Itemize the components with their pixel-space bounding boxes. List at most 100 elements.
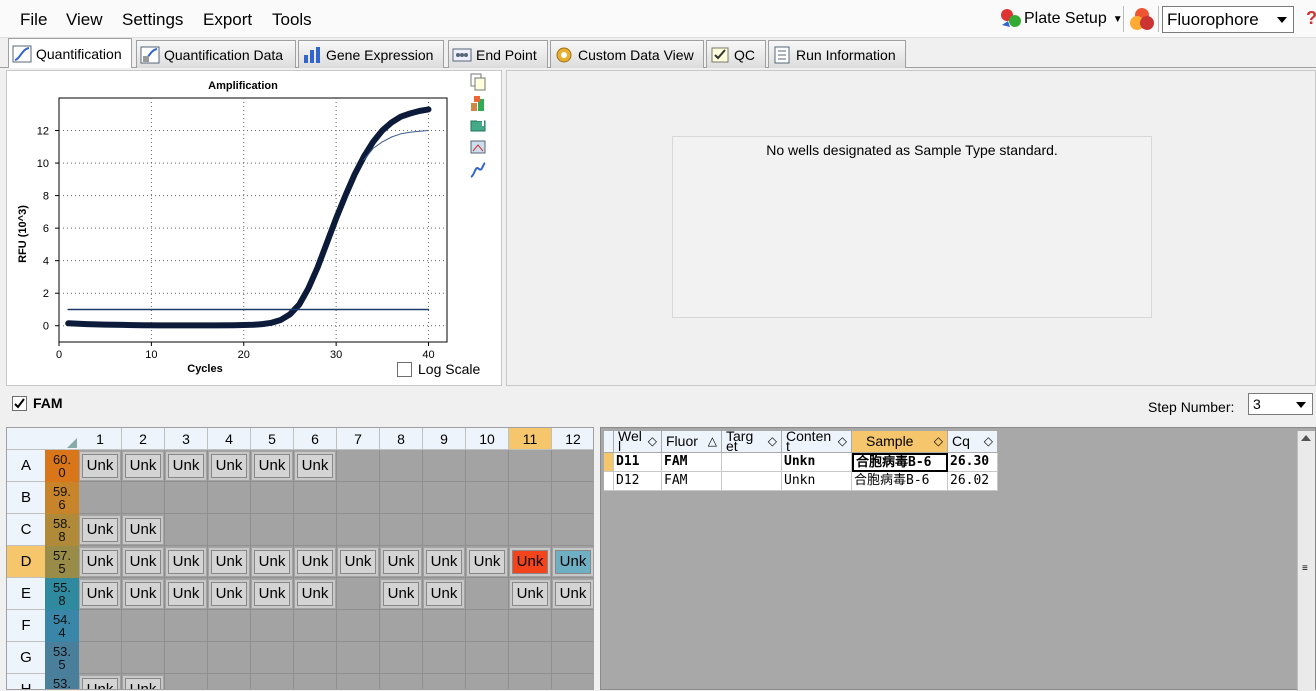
well-E3[interactable]: Unk	[166, 580, 206, 608]
plate-cell[interactable]: Unk	[208, 546, 251, 578]
plate-cell[interactable]	[79, 610, 122, 642]
plate-cell[interactable]	[552, 610, 593, 642]
plate-cell[interactable]	[165, 610, 208, 642]
plate-cell[interactable]	[337, 674, 380, 689]
plate-cell[interactable]	[423, 482, 466, 514]
well-D4[interactable]: Unk	[209, 548, 249, 576]
well-E4[interactable]: Unk	[209, 580, 249, 608]
plate-col-header[interactable]: 1	[79, 428, 122, 450]
plate-cell[interactable]: Unk	[294, 546, 337, 578]
plate-cell[interactable]	[423, 642, 466, 674]
plate-cell[interactable]	[251, 482, 294, 514]
results-cell[interactable]: FAM	[662, 472, 722, 491]
plate-cell[interactable]	[294, 642, 337, 674]
plate-cell[interactable]	[294, 482, 337, 514]
plate-row-header[interactable]: H	[7, 674, 45, 689]
well-H2[interactable]: Unk	[123, 676, 163, 689]
plate-cell[interactable]: Unk	[466, 546, 509, 578]
well-E2[interactable]: Unk	[123, 580, 163, 608]
tab-run-information[interactable]: Run Information	[768, 40, 906, 68]
help-icon[interactable]: ?	[1306, 8, 1316, 29]
results-cell[interactable]	[722, 472, 782, 491]
plate-col-header[interactable]: 12	[552, 428, 593, 450]
well-E5[interactable]: Unk	[252, 580, 292, 608]
plate-cell[interactable]	[165, 514, 208, 546]
plate-row-header[interactable]: C	[7, 514, 45, 546]
menu-export[interactable]: Export	[203, 10, 252, 30]
plate-cell[interactable]	[165, 642, 208, 674]
plate-cell[interactable]	[337, 482, 380, 514]
plate-cell[interactable]: Unk	[509, 546, 552, 578]
results-col-header[interactable]: Targ et ◇	[722, 431, 782, 453]
sort-icon[interactable]: ◇	[768, 431, 777, 451]
well-E1[interactable]: Unk	[80, 580, 120, 608]
well-D1[interactable]: Unk	[80, 548, 120, 576]
well-D6[interactable]: Unk	[295, 548, 335, 576]
results-col-header[interactable]: Fluor △	[662, 431, 722, 453]
well-A6[interactable]: Unk	[295, 452, 335, 480]
tab-quantification-data[interactable]: Quantification Data	[136, 40, 296, 68]
plate-cell[interactable]	[466, 514, 509, 546]
well-A2[interactable]: Unk	[123, 452, 163, 480]
tab-end-point[interactable]: End Point	[448, 40, 548, 68]
plate-cell[interactable]: Unk	[122, 674, 165, 689]
results-cell[interactable]	[722, 453, 782, 472]
plate-cell[interactable]	[466, 642, 509, 674]
plate-corner[interactable]	[7, 428, 79, 450]
plate-col-header[interactable]: 7	[337, 428, 380, 450]
well-D3[interactable]: Unk	[166, 548, 206, 576]
plate-cell[interactable]	[337, 610, 380, 642]
scroll-grip-icon[interactable]: ≡	[1302, 564, 1308, 574]
plate-cell[interactable]	[337, 450, 380, 482]
plate-cell[interactable]	[509, 610, 552, 642]
results-col-header[interactable]: Sample ◇	[852, 431, 948, 453]
plate-cell[interactable]: Unk	[423, 578, 466, 610]
results-col-header[interactable]: Conten t ◇	[782, 431, 852, 453]
row-selector[interactable]	[604, 472, 614, 491]
tab-gene-expression[interactable]: Gene Expression	[298, 40, 444, 68]
results-cell[interactable]: 合胞病毒B-6	[852, 472, 948, 491]
log-scale-checkbox[interactable]	[397, 361, 412, 377]
plate-cell[interactable]	[208, 514, 251, 546]
menu-tools[interactable]: Tools	[272, 10, 312, 30]
results-cell[interactable]: 26.30	[948, 453, 998, 472]
plate-cell[interactable]: Unk	[122, 450, 165, 482]
plate-cell[interactable]	[466, 450, 509, 482]
plate-cell[interactable]	[208, 482, 251, 514]
plate-cell[interactable]: Unk	[294, 578, 337, 610]
well-E9[interactable]: Unk	[424, 580, 464, 608]
plate-cell[interactable]: Unk	[122, 546, 165, 578]
results-col-header[interactable]: Wel l ◇	[614, 431, 662, 453]
plate-setup-button[interactable]: Plate Setup ▼	[998, 6, 1123, 32]
plate-cell[interactable]: Unk	[337, 546, 380, 578]
plate-cell[interactable]: Unk	[251, 546, 294, 578]
well-E6[interactable]: Unk	[295, 580, 335, 608]
plate-col-header[interactable]: 6	[294, 428, 337, 450]
plate-cell[interactable]	[423, 610, 466, 642]
plate-cell[interactable]	[509, 482, 552, 514]
sort-icon[interactable]: △	[708, 431, 717, 451]
plate-cell[interactable]	[208, 610, 251, 642]
plate-cell[interactable]	[509, 450, 552, 482]
well-D9[interactable]: Unk	[424, 548, 464, 576]
well-D10[interactable]: Unk	[467, 548, 507, 576]
plate-row-header[interactable]: F	[7, 610, 45, 642]
row-selector[interactable]	[604, 453, 614, 472]
plate-cell[interactable]	[509, 514, 552, 546]
plate-cell[interactable]: Unk	[79, 578, 122, 610]
well-D7[interactable]: Unk	[338, 548, 378, 576]
results-col-header[interactable]: Cq ◇	[948, 431, 998, 453]
plate-cell[interactable]	[552, 482, 593, 514]
plate-cell[interactable]	[122, 482, 165, 514]
plate-cell[interactable]	[423, 450, 466, 482]
plate-cell[interactable]: Unk	[251, 578, 294, 610]
plate-col-header[interactable]: 9	[423, 428, 466, 450]
plate-cell[interactable]: Unk	[79, 674, 122, 689]
plate-cell[interactable]	[251, 642, 294, 674]
plate-cell[interactable]: Unk	[380, 546, 423, 578]
plate-cell[interactable]	[466, 578, 509, 610]
plate-cell[interactable]	[380, 482, 423, 514]
well-D5[interactable]: Unk	[252, 548, 292, 576]
fluorophore-colors-icon[interactable]	[1128, 6, 1156, 32]
plate-col-header[interactable]: 2	[122, 428, 165, 450]
